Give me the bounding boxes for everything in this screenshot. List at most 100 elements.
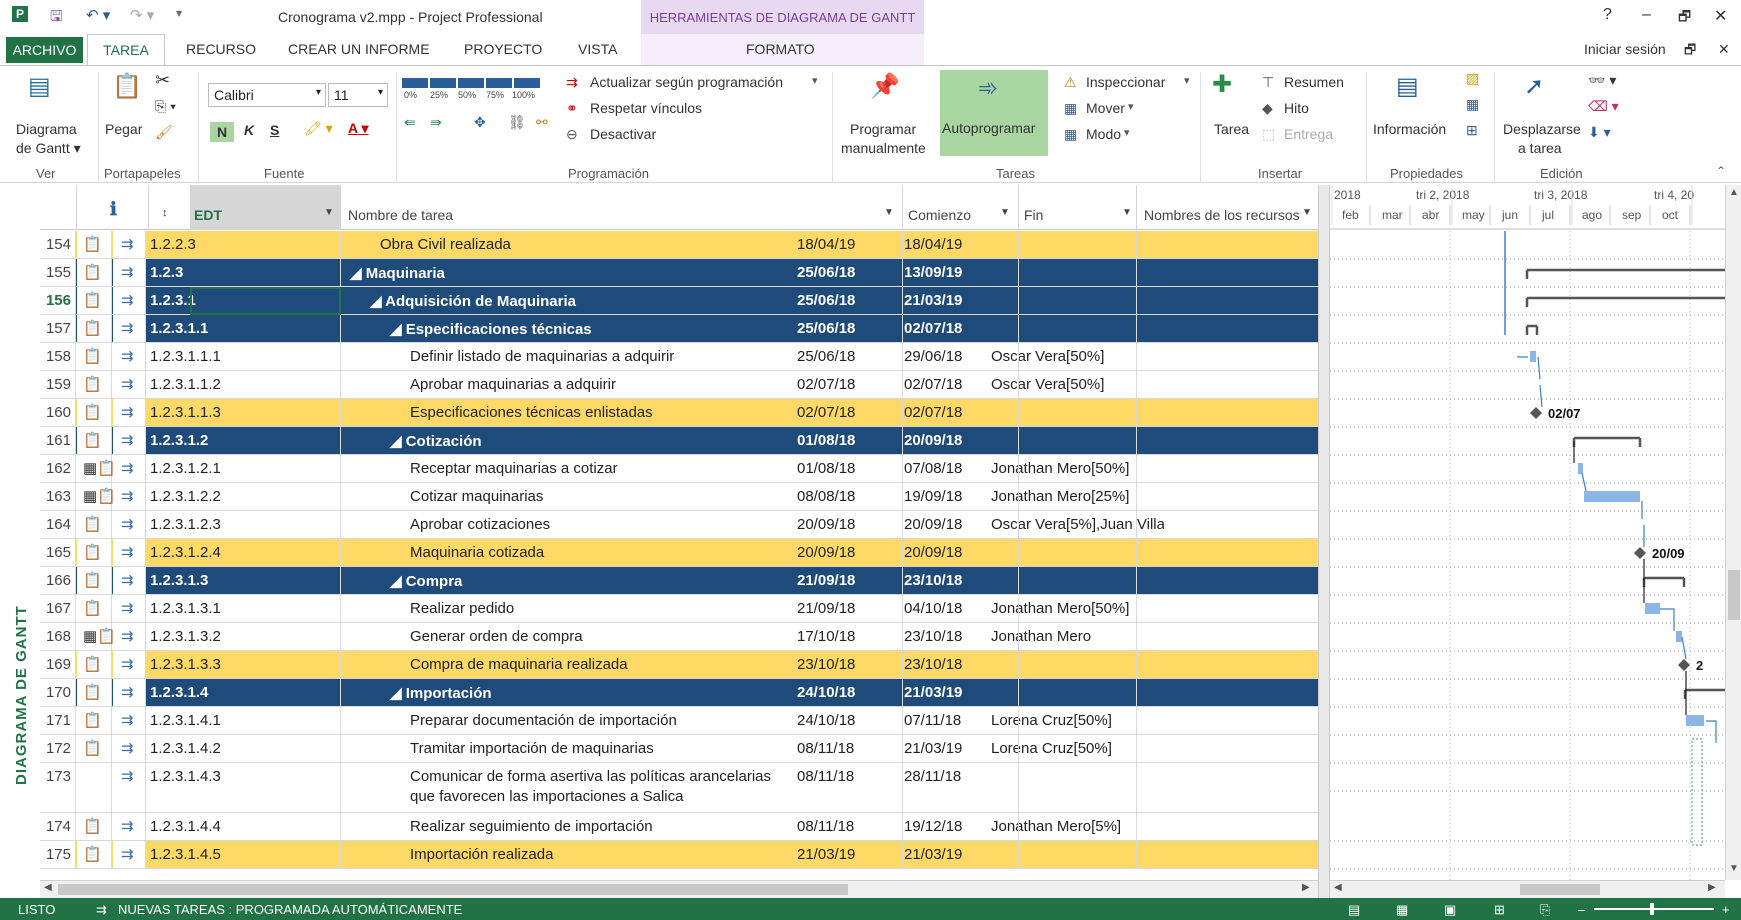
- table-row[interactable]: 174 📋 ⇉ 1.2.3.1.4.4 Realizar seguimiento de …: [40, 813, 1318, 841]
- row-number[interactable]: 157: [40, 315, 76, 342]
- start-cell[interactable]: 02/07/18: [797, 404, 855, 421]
- end-cell[interactable]: 21/03/19: [904, 292, 962, 309]
- underline-button[interactable]: S: [270, 122, 279, 138]
- paste-button[interactable]: Pegar: [105, 121, 142, 137]
- deliverable-button[interactable]: Entrega: [1284, 126, 1333, 142]
- qat-customize-icon[interactable]: ▾: [176, 6, 182, 20]
- start-cell[interactable]: 25/06/18: [797, 292, 855, 309]
- chevron-down-icon[interactable]: ▾: [1124, 126, 1130, 139]
- edt-cell[interactable]: 1.2.3.1.4: [150, 684, 208, 701]
- start-cell[interactable]: 17/10/18: [797, 628, 855, 645]
- manual-schedule-button[interactable]: Programar: [850, 121, 916, 137]
- font-family-select[interactable]: Calibri ▾: [208, 83, 326, 107]
- task-name-cell[interactable]: Definir listado de maquinarias a adquiri…: [410, 348, 674, 365]
- font-size-select[interactable]: 11 ▾: [328, 83, 388, 107]
- edt-cell[interactable]: 1.2.3.1.2.1: [150, 460, 221, 477]
- row-number[interactable]: 155: [40, 259, 76, 286]
- start-cell[interactable]: 21/09/18: [797, 572, 855, 589]
- fill-icon[interactable]: ⬇ ▾: [1588, 124, 1611, 141]
- summary-button[interactable]: Resumen: [1284, 74, 1344, 90]
- start-cell[interactable]: 08/11/18: [797, 740, 854, 757]
- status-new-tasks[interactable]: NUEVAS TAREAS : PROGRAMADA AUTOMÁTICAMEN…: [118, 902, 462, 917]
- row-number[interactable]: 171: [40, 707, 76, 734]
- start-cell[interactable]: 01/08/18: [797, 432, 855, 449]
- table-row[interactable]: 173 ⇉ 1.2.3.1.4.3 Comunicar de forma aserti…: [40, 763, 1318, 813]
- task-name-cell[interactable]: Compra de maquinaria realizada: [410, 656, 628, 673]
- redo-icon[interactable]: ↷ ▾: [130, 6, 154, 24]
- task-name-cell[interactable]: ◢ Importación: [390, 684, 492, 702]
- notes-icon[interactable]: 📋: [77, 231, 112, 258]
- scroll-down-icon[interactable]: ▼: [1729, 863, 1739, 874]
- task-name-cell[interactable]: ◢ Adquisición de Maquinaria: [370, 292, 576, 310]
- tab-crear-informe[interactable]: CREAR UN INFORME: [288, 41, 430, 57]
- scroll-right-icon[interactable]: ▶: [1708, 882, 1716, 893]
- notes-icon[interactable]: ▨: [1466, 70, 1479, 87]
- task-name-cell[interactable]: Especificaciones técnicas enlistadas: [410, 404, 653, 421]
- mode-column-icon[interactable]: ↕: [162, 207, 168, 219]
- resources-cell[interactable]: Jonathan Mero[50%]: [991, 460, 1164, 477]
- scroll-to-task-button[interactable]: Desplazarse: [1503, 121, 1581, 137]
- table-row[interactable]: 162 ▦📋 ⇉ 1.2.3.1.2.1 Receptar maquinarias a …: [40, 455, 1318, 483]
- table-row[interactable]: 166 📋 ⇉ 1.2.3.1.3 ◢ Compra 21/09/18 23/10/18: [40, 567, 1318, 595]
- indent-icon[interactable]: ⇛: [430, 114, 442, 131]
- resources-cell[interactable]: Jonathan Mero[25%]: [991, 488, 1164, 505]
- task-name-cell[interactable]: Aprobar maquinarias a adquirir: [410, 376, 616, 393]
- start-cell[interactable]: 20/09/18: [797, 516, 855, 533]
- row-number[interactable]: 164: [40, 511, 76, 538]
- table-row[interactable]: 156 📋 ⇉ 1.2.3.1 ◢ Adquisición de Maquinaria 2…: [40, 287, 1318, 315]
- scroll-thumb[interactable]: [58, 884, 848, 895]
- row-number[interactable]: 166: [40, 567, 76, 594]
- end-cell[interactable]: 18/04/19: [904, 236, 962, 253]
- start-cell[interactable]: 23/10/18: [797, 656, 855, 673]
- mode-button[interactable]: Modo: [1086, 126, 1121, 142]
- update-schedule-button[interactable]: Actualizar según programación: [590, 74, 783, 90]
- row-number[interactable]: 159: [40, 371, 76, 398]
- edt-cell[interactable]: 1.2.3.1: [150, 292, 196, 309]
- tab-archivo[interactable]: ARCHIVO: [6, 37, 83, 63]
- task-name-cell[interactable]: Preparar documentación de importación: [410, 712, 677, 729]
- table-row[interactable]: 171 📋 ⇉ 1.2.3.1.4.1 Preparar documentación d…: [40, 707, 1318, 735]
- undo-icon[interactable]: ↶ ▾: [86, 6, 110, 24]
- tab-tarea[interactable]: TAREA: [87, 34, 165, 68]
- chevron-down-icon[interactable]: ▼: [1122, 207, 1132, 218]
- milestone-button[interactable]: Hito: [1284, 100, 1309, 116]
- task-name-cell[interactable]: Generar orden de compra: [410, 628, 583, 645]
- edt-cell[interactable]: 1.2.3.1.3.2: [150, 628, 221, 645]
- task-name-cell[interactable]: Importación realizada: [410, 846, 553, 863]
- resources-cell[interactable]: Oscar Vera[5%],Juan Villa[5: [991, 516, 1164, 533]
- chevron-down-icon[interactable]: ▾: [1128, 100, 1134, 113]
- start-cell[interactable]: 01/08/18: [797, 460, 855, 477]
- edt-cell[interactable]: 1.2.3.1.2.3: [150, 516, 221, 533]
- notes-icon[interactable]: 📋: [77, 259, 112, 286]
- row-number[interactable]: 169: [40, 651, 76, 678]
- end-cell[interactable]: 20/09/18: [904, 432, 962, 449]
- start-cell[interactable]: 24/10/18: [797, 684, 855, 701]
- table-row[interactable]: 172 📋 ⇉ 1.2.3.1.4.2 Tramitar importación de …: [40, 735, 1318, 763]
- calendar-notes-icon[interactable]: ▦📋: [77, 455, 116, 482]
- row-number[interactable]: 156: [40, 287, 76, 314]
- edt-cell[interactable]: 1.2.3.1.4.2: [150, 740, 221, 757]
- task-name-cell[interactable]: ◢ Cotización: [390, 432, 482, 450]
- start-cell[interactable]: 21/09/18: [797, 600, 855, 617]
- bold-button[interactable]: N: [210, 122, 235, 142]
- row-number[interactable]: 154: [40, 231, 76, 258]
- zoom-slider[interactable]: [1594, 908, 1714, 910]
- table-row[interactable]: 160 📋 ⇉ 1.2.3.1.1.3 Especificaciones técnica…: [40, 399, 1318, 427]
- edt-cell[interactable]: 1.2.3.1.4.4: [150, 818, 221, 835]
- task-name-cell[interactable]: ◢ Maquinaria: [350, 264, 445, 282]
- table-row[interactable]: 167 📋 ⇉ 1.2.3.1.3.1 Realizar pedido 21/09/18 0…: [40, 595, 1318, 623]
- pct-75-icon[interactable]: [486, 78, 512, 88]
- notes-icon[interactable]: 📋: [77, 539, 112, 566]
- notes-icon[interactable]: 📋: [77, 813, 112, 840]
- table-row[interactable]: 159 📋 ⇉ 1.2.3.1.1.2 Aprobar maquinarias a ad…: [40, 371, 1318, 399]
- resources-cell[interactable]: Oscar Vera[50%]: [991, 348, 1164, 365]
- unlink-icon[interactable]: ⚯: [536, 114, 548, 131]
- start-cell[interactable]: 25/06/18: [797, 348, 855, 365]
- table-row[interactable]: 170 📋 ⇉ 1.2.3.1.4 ◢ Importación 24/10/18 21/03…: [40, 679, 1318, 707]
- end-cell[interactable]: 02/07/18: [904, 376, 962, 393]
- row-number[interactable]: 163: [40, 483, 76, 510]
- edt-cell[interactable]: 1.2.2.3: [150, 236, 196, 253]
- scroll-left-icon[interactable]: ◀: [1334, 882, 1342, 893]
- row-number[interactable]: 158: [40, 343, 76, 370]
- task-name-cell[interactable]: ◢ Especificaciones técnicas: [390, 320, 592, 338]
